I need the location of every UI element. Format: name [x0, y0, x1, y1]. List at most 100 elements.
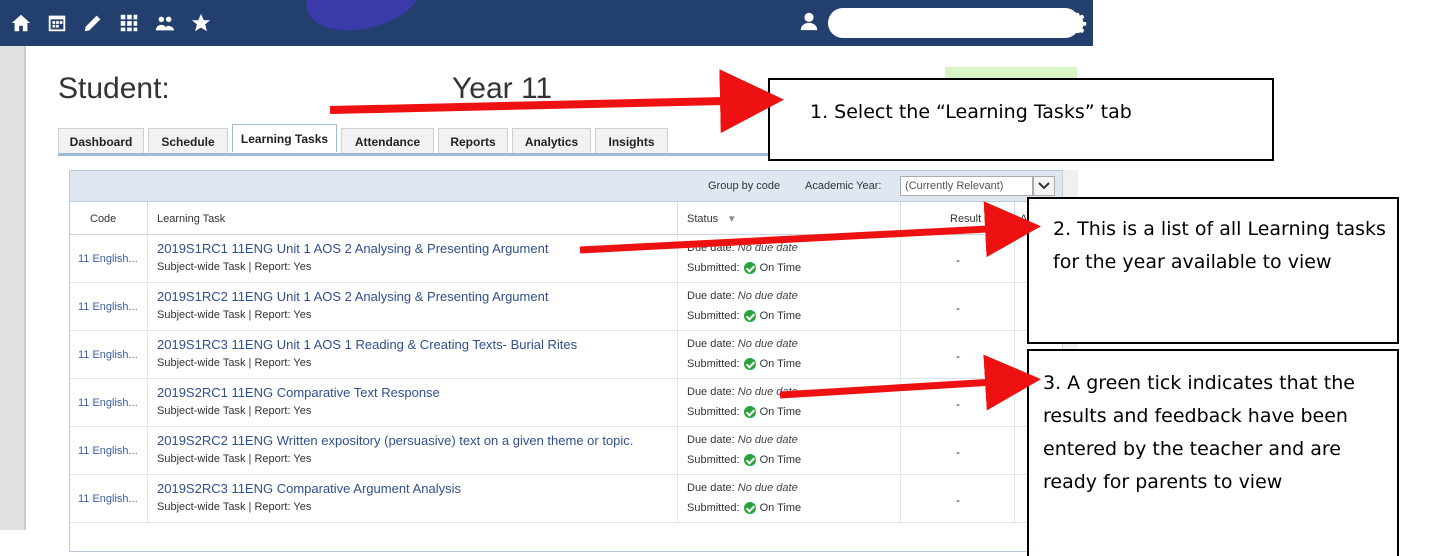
result-value: -	[956, 397, 960, 411]
task-title-link[interactable]: 2019S2RC1 11ENG Comparative Text Respons…	[157, 385, 440, 400]
submitted-status: Submitted: On Time	[687, 310, 801, 322]
star-icon[interactable]	[188, 10, 214, 36]
column-divider	[900, 379, 901, 426]
report-value: Yes	[293, 357, 312, 369]
gear-icon[interactable]	[1066, 11, 1090, 35]
tab-dashboard[interactable]: Dashboard	[58, 128, 144, 154]
pencil-icon[interactable]	[80, 10, 106, 36]
chevron-down-icon[interactable]	[1033, 176, 1055, 196]
task-title-link[interactable]: 2019S1RC3 11ENG Unit 1 AOS 1 Reading & C…	[157, 337, 577, 352]
table-row[interactable]: 11 English... 2019S2RC3 11ENG Comparative…	[70, 475, 1063, 523]
column-divider	[1014, 283, 1015, 330]
column-divider	[900, 235, 901, 282]
calendar-icon[interactable]	[44, 10, 70, 36]
submitted-value: On Time	[759, 310, 802, 322]
task-type: Subject-wide Task	[157, 357, 246, 369]
learning-tasks-grid: Group by code Academic Year: (Currently …	[69, 170, 1064, 552]
submitted-value: On Time	[759, 262, 802, 274]
due-label: Due date:	[687, 386, 735, 398]
column-divider	[147, 475, 148, 522]
column-divider	[677, 283, 678, 330]
column-header-status[interactable]: Status	[687, 213, 718, 225]
people-icon[interactable]	[152, 10, 178, 36]
submitted-label: Submitted:	[687, 310, 740, 322]
tab-learning-tasks[interactable]: Learning Tasks	[232, 124, 337, 152]
green-tick-icon	[743, 502, 756, 514]
result-value: -	[956, 493, 960, 507]
due-date: Due date: No due date	[687, 482, 798, 494]
decorative-swoosh	[298, 0, 432, 43]
tab-insights[interactable]: Insights	[595, 128, 668, 154]
column-header-result[interactable]: Result	[950, 213, 981, 225]
user-icon[interactable]	[798, 10, 822, 36]
task-meta: Subject-wide Task | Report: Yes	[157, 357, 311, 369]
due-date: Due date: No due date	[687, 290, 798, 302]
task-title-link[interactable]: 2019S1RC1 11ENG Unit 1 AOS 2 Analysing &…	[157, 241, 548, 256]
tab-attendance[interactable]: Attendance	[341, 128, 434, 154]
column-divider	[147, 427, 148, 474]
submitted-label: Submitted:	[687, 454, 740, 466]
column-divider	[677, 331, 678, 378]
column-divider	[900, 202, 901, 234]
column-divider	[147, 331, 148, 378]
column-divider	[1014, 331, 1015, 378]
row-code[interactable]: 11 English...	[78, 301, 138, 313]
column-divider	[677, 202, 678, 234]
column-header-code[interactable]: Code	[90, 213, 116, 225]
submitted-value: On Time	[759, 502, 802, 514]
submitted-label: Submitted:	[687, 502, 740, 514]
row-code[interactable]: 11 English...	[78, 253, 138, 265]
academic-year-label: Academic Year:	[805, 180, 882, 192]
task-title-link[interactable]: 2019S2RC3 11ENG Comparative Argument Ana…	[157, 481, 461, 496]
result-value: -	[956, 301, 960, 315]
column-divider	[1014, 202, 1015, 234]
home-icon[interactable]	[8, 10, 34, 36]
task-meta: Subject-wide Task | Report: Yes	[157, 405, 311, 417]
row-code[interactable]: 11 English...	[78, 349, 138, 361]
group-by-code-button[interactable]: Group by code	[708, 180, 780, 192]
student-label: Student:	[58, 72, 170, 105]
sort-desc-icon[interactable]: ▾	[729, 212, 735, 225]
annotation-text-3: 3. A green tick indicates that the resul…	[1043, 372, 1355, 493]
report-label: Report:	[254, 261, 291, 273]
due-date: Due date: No due date	[687, 434, 798, 446]
report-value: Yes	[293, 309, 312, 321]
annotation-box-1: 1. Select the “Learning Tasks” tab	[768, 78, 1274, 161]
due-value: No due date	[737, 290, 798, 302]
report-value: Yes	[293, 405, 312, 417]
due-label: Due date:	[687, 290, 735, 302]
task-type: Subject-wide Task	[157, 501, 246, 513]
table-row[interactable]: 11 English... 2019S2RC2 11ENG Written exp…	[70, 427, 1063, 475]
grid-icon[interactable]	[116, 10, 142, 36]
table-row[interactable]: 11 English... 2019S1RC3 11ENG Unit 1 AOS …	[70, 331, 1063, 379]
top-nav-bar	[0, 0, 1093, 46]
row-code[interactable]: 11 English...	[78, 445, 138, 457]
green-tick-icon	[743, 310, 756, 322]
submitted-value: On Time	[759, 358, 802, 370]
column-divider	[900, 283, 901, 330]
column-divider	[147, 202, 148, 234]
table-row[interactable]: 11 English... 2019S2RC1 11ENG Comparative…	[70, 379, 1063, 427]
tab-schedule[interactable]: Schedule	[148, 128, 228, 154]
grid-header: Code Learning Task Status ▾ Result Ac	[70, 202, 1063, 235]
column-divider	[900, 475, 901, 522]
report-label: Report:	[254, 309, 291, 321]
submitted-status: Submitted: On Time	[687, 454, 801, 466]
column-header-task[interactable]: Learning Task	[157, 213, 225, 225]
tab-analytics[interactable]: Analytics	[512, 128, 591, 154]
submitted-status: Submitted: On Time	[687, 406, 801, 418]
row-code[interactable]: 11 English...	[78, 493, 138, 505]
tab-reports[interactable]: Reports	[438, 128, 508, 154]
column-divider	[677, 379, 678, 426]
green-tick-icon	[743, 406, 756, 418]
table-row[interactable]: 11 English... 2019S1RC2 11ENG Unit 1 AOS …	[70, 283, 1063, 331]
row-code[interactable]: 11 English...	[78, 397, 138, 409]
task-title-link[interactable]: 2019S1RC2 11ENG Unit 1 AOS 2 Analysing &…	[157, 289, 548, 304]
green-tick-icon	[743, 454, 756, 466]
academic-year-select[interactable]: (Currently Relevant)	[900, 176, 1033, 196]
due-label: Due date:	[687, 242, 735, 254]
table-row[interactable]: 11 English... 2019S1RC1 11ENG Unit 1 AOS …	[70, 235, 1063, 283]
task-title-link[interactable]: 2019S2RC2 11ENG Written expository (pers…	[157, 433, 633, 448]
due-value: No due date	[737, 242, 798, 254]
column-divider	[147, 283, 148, 330]
